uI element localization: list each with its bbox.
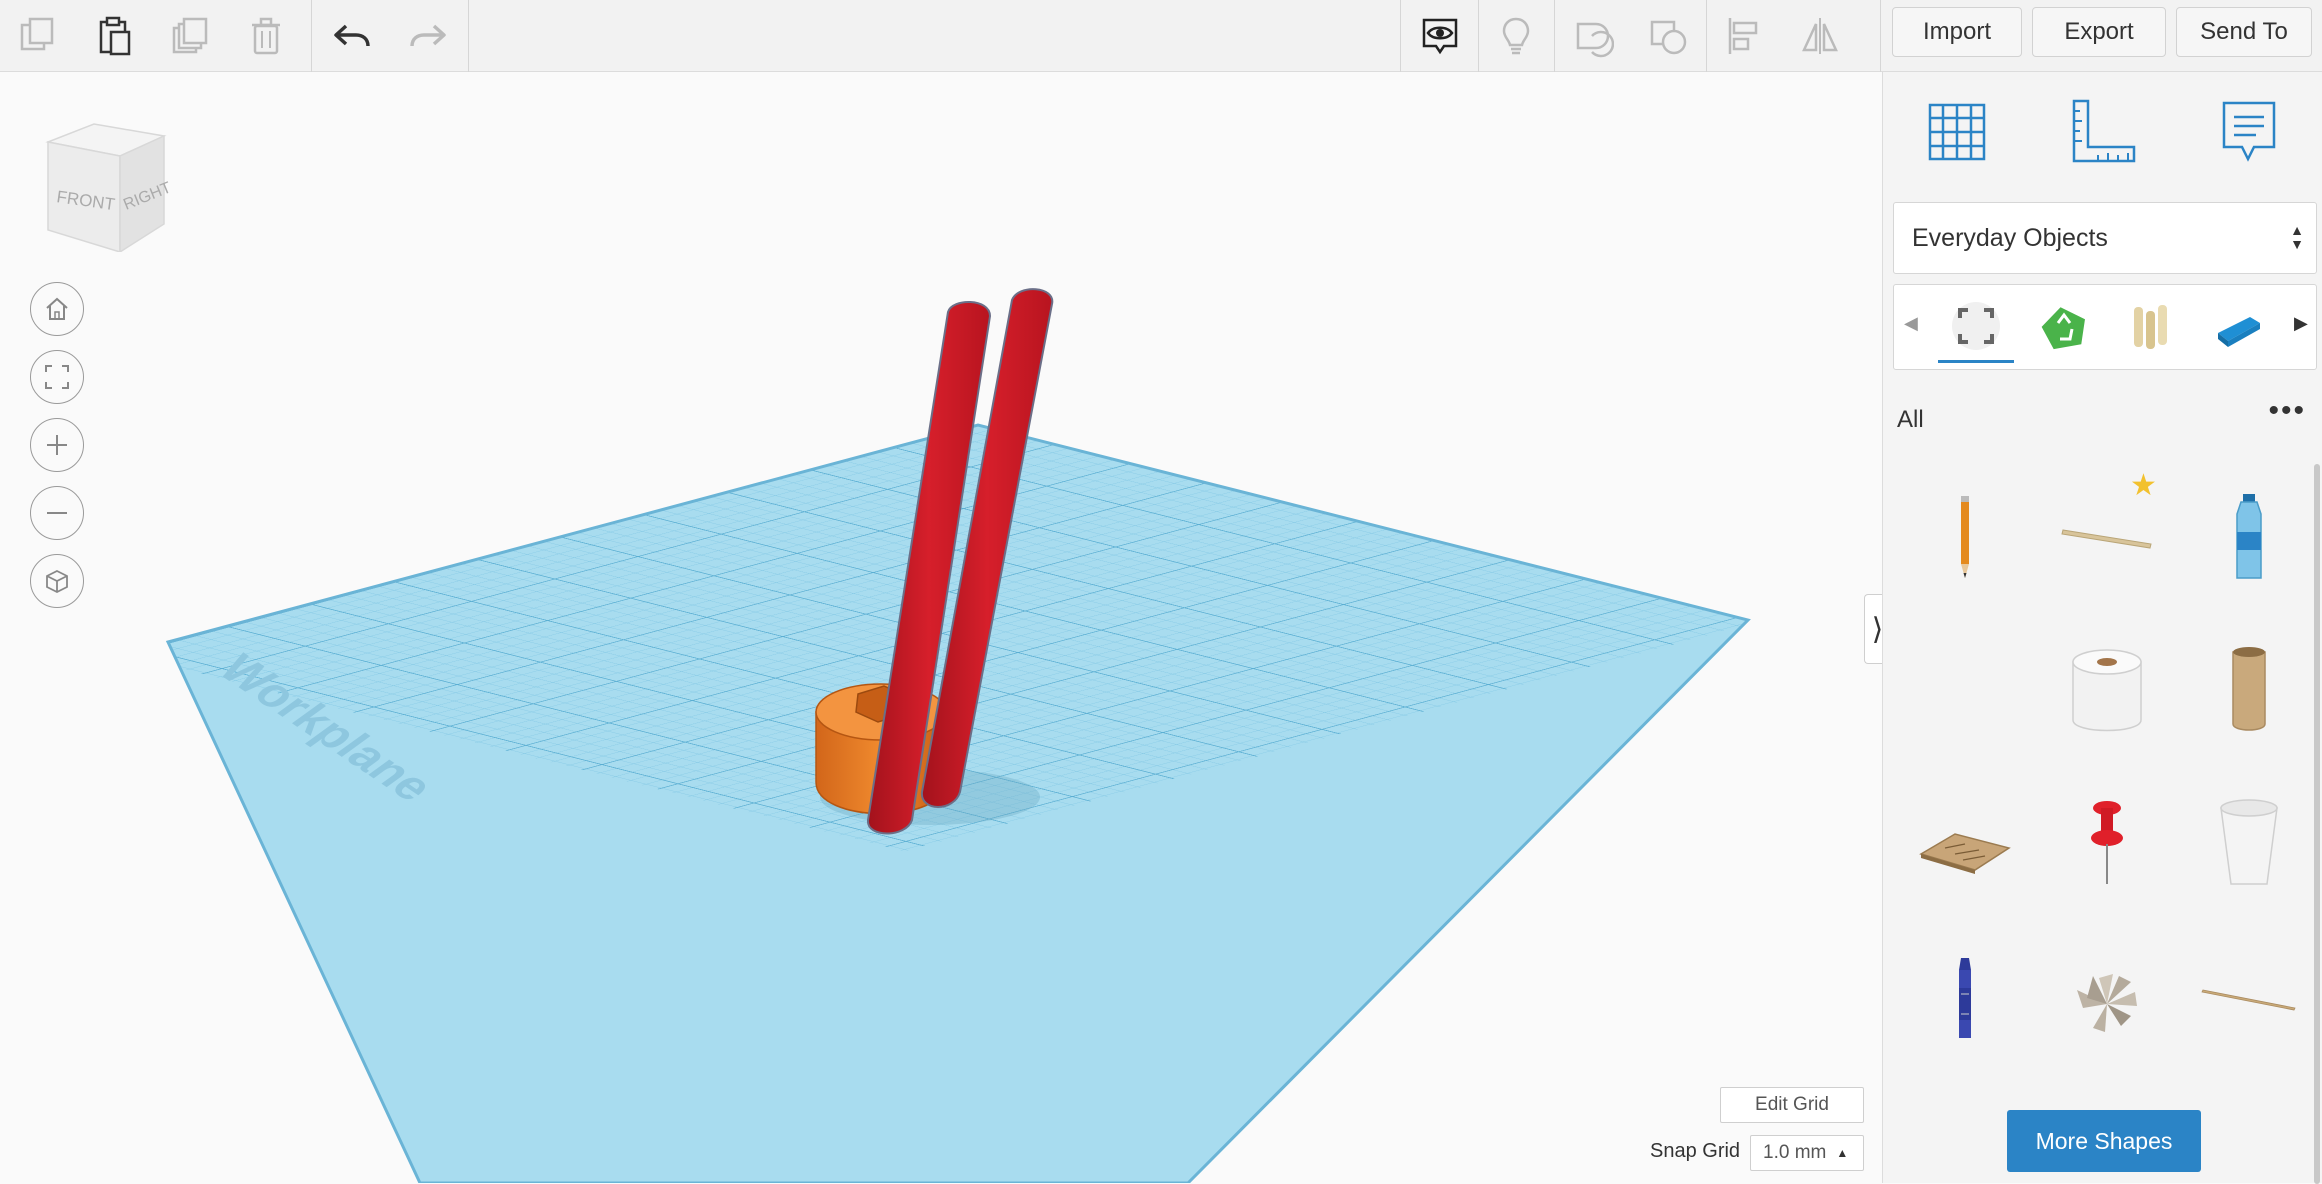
- ortho-view-icon[interactable]: [30, 554, 84, 608]
- history-tools: [314, 0, 466, 72]
- category-strip: ◀ ▶: [1893, 284, 2317, 370]
- strip-right-arrow[interactable]: ▶: [2294, 313, 2308, 334]
- notes-bulb-icon[interactable]: [1478, 0, 1554, 72]
- shape-paper-cup[interactable]: [2189, 784, 2309, 904]
- sticks-icon[interactable]: [2112, 291, 2188, 363]
- shape-cardboard-tube[interactable]: [2189, 630, 2309, 750]
- mirror-icon[interactable]: [1782, 0, 1858, 72]
- ruler-icon[interactable]: [2065, 94, 2141, 170]
- snap-grid-value: 1.0 mm: [1763, 1142, 1827, 1163]
- shapes-panel: Everyday Objects ▲ ▼ ◀ ▶ All ••• ★ More …: [1882, 72, 2322, 1184]
- home-view-icon[interactable]: [30, 282, 84, 336]
- delete-icon[interactable]: [228, 0, 304, 72]
- workspace-canvas[interactable]: Workplane FRONT RIGHT Edit Grid Snap Gri…: [0, 72, 1882, 1183]
- strip-left-arrow[interactable]: ◀: [1904, 313, 1918, 334]
- view-tools: [1402, 0, 1858, 72]
- library-selected: Everyday Objects: [1912, 223, 2108, 252]
- snap-grid-select[interactable]: 1.0 mm ▲: [1750, 1135, 1864, 1171]
- copy-icon[interactable]: [0, 0, 76, 72]
- more-shapes-button[interactable]: More Shapes: [2007, 1110, 2201, 1172]
- sort-arrows-icon: ▲ ▼: [2290, 222, 2304, 252]
- panel-scrollbar[interactable]: [2314, 464, 2320, 1184]
- notes-icon[interactable]: [2211, 94, 2287, 170]
- shape-water-bottle[interactable]: [2189, 476, 2309, 596]
- library-dropdown[interactable]: Everyday Objects ▲ ▼: [1893, 202, 2317, 274]
- filter-label: All: [1897, 406, 1924, 433]
- duplicate-icon[interactable]: [152, 0, 228, 72]
- stapler-icon[interactable]: [2200, 291, 2276, 363]
- edit-grid-button[interactable]: Edit Grid: [1720, 1087, 1864, 1123]
- hole-icon[interactable]: [1554, 0, 1630, 72]
- undo-icon[interactable]: [314, 0, 390, 72]
- shape-toilet-paper-roll[interactable]: [2047, 630, 2167, 750]
- panel-collapse-button[interactable]: ⟩: [1864, 594, 1882, 664]
- zoom-in-icon[interactable]: [30, 418, 84, 472]
- redo-icon[interactable]: [390, 0, 466, 72]
- top-toolbar: Import Export Send To: [0, 0, 2322, 72]
- shape-cork-board[interactable]: [1905, 784, 2025, 904]
- favorite-star-icon[interactable]: ★: [2130, 468, 2157, 503]
- export-button[interactable]: Export: [2032, 7, 2166, 57]
- edit-tools: [0, 0, 304, 72]
- view-cube[interactable]: FRONT RIGHT: [34, 112, 174, 257]
- show-all-icon[interactable]: [1402, 0, 1478, 72]
- more-options-icon[interactable]: •••: [2268, 394, 2306, 428]
- paste-icon[interactable]: [76, 0, 152, 72]
- grid-icon[interactable]: [1919, 94, 1995, 170]
- shape-push-pin[interactable]: [2047, 784, 2167, 904]
- import-button[interactable]: Import: [1892, 7, 2022, 57]
- snap-grid-label: Snap Grid: [1650, 1140, 1741, 1162]
- group-icon[interactable]: [1630, 0, 1706, 72]
- 3d-scene[interactable]: Workplane: [0, 72, 1882, 1183]
- zoom-out-icon[interactable]: [30, 486, 84, 540]
- recycle-icon[interactable]: [2026, 291, 2102, 363]
- shape-skewer[interactable]: [2189, 938, 2309, 1058]
- fit-view-icon[interactable]: [30, 350, 84, 404]
- all-shapes-icon[interactable]: [1938, 291, 2014, 363]
- send-to-button[interactable]: Send To: [2176, 7, 2312, 57]
- caret-up-icon: ▲: [1836, 1146, 1849, 1160]
- shape-paper-fan[interactable]: [2047, 938, 2167, 1058]
- shape-crayon[interactable]: [1905, 938, 2025, 1058]
- shape-pencil[interactable]: [1905, 476, 2025, 596]
- align-icon[interactable]: [1706, 0, 1782, 72]
